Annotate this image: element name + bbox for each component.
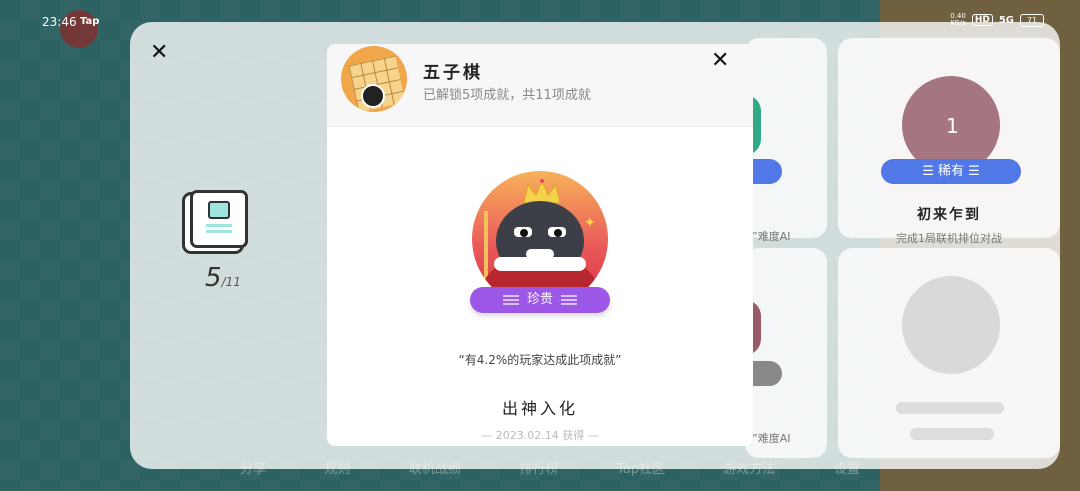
placeholder-line [910, 428, 994, 440]
gomoku-board-icon [341, 46, 407, 112]
close-icon[interactable]: ✕ [150, 40, 168, 65]
rarity-bars-icon [502, 294, 519, 305]
close-icon[interactable]: ✕ [711, 48, 729, 73]
achievement-date: — 2023.02.14 获得 — [481, 429, 599, 442]
tap-badge: Tap [80, 16, 100, 27]
rarity-pill: 珍贵 [470, 287, 610, 313]
locked-badge [902, 276, 1000, 374]
modal-header: 五子棋 已解锁5项成就，共11项成就 ✕ [327, 44, 753, 127]
status-time: 23:46 [42, 15, 77, 29]
achievement-detail-modal: 五子棋 已解锁5项成就，共11项成就 ✕ ✦ 珍贵 “有4.2%的玩家达成此项成… [327, 44, 753, 446]
total-count: /11 [221, 275, 241, 289]
unlocked-count: 5/11 [205, 263, 241, 293]
achievement-card[interactable] [745, 248, 827, 458]
rarity-bars-icon [561, 294, 577, 305]
achievement-desc: 完成1局联机排位对战 [896, 232, 1002, 245]
achievement-title: 初来乍到 [917, 207, 981, 223]
achievement-desc: ”难度AI [752, 230, 791, 243]
achievement-desc: ”难度AI [752, 432, 791, 445]
achievement-summary: 已解锁5项成就，共11项成就 [423, 88, 591, 103]
game-name: 五子棋 [423, 63, 483, 83]
rarity-pill: ☰ 稀有 ☰ [881, 159, 1021, 184]
achievement-quote: “有4.2%的玩家达成此项成就” [458, 353, 622, 367]
achievement-stat [190, 190, 250, 248]
badge-number: 1 [946, 114, 959, 138]
placeholder-line [896, 402, 1004, 414]
sparkle-icon: ✦ [584, 215, 596, 231]
achievement-title: 出神入化 [501, 399, 578, 418]
fur-collar [494, 257, 586, 271]
album-icon [190, 190, 248, 248]
